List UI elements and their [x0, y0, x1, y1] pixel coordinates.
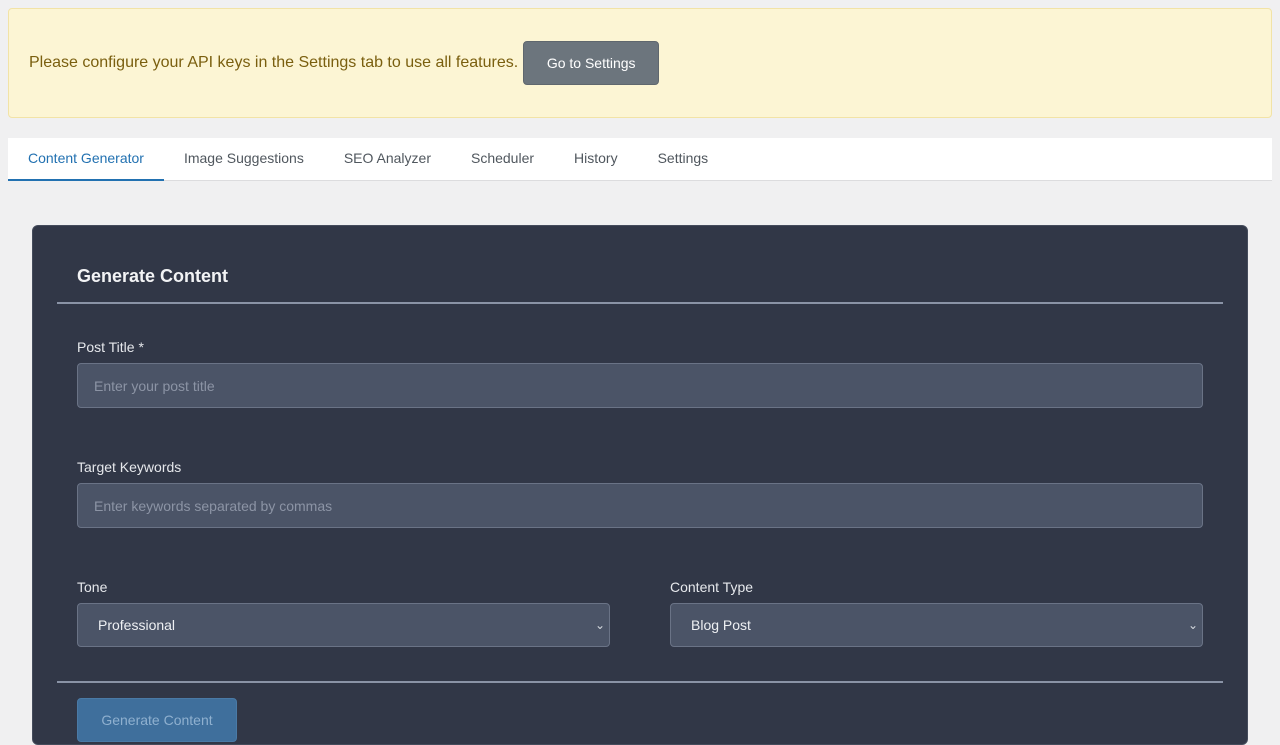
chevron-down-icon: ⌄: [1187, 618, 1198, 632]
target-keywords-input[interactable]: [77, 483, 1203, 528]
tab-seo-analyzer[interactable]: SEO Analyzer: [324, 138, 451, 181]
tab-history[interactable]: History: [554, 138, 638, 181]
tab-content-generator[interactable]: Content Generator: [8, 138, 164, 181]
notice-message: Please configure your API keys in the Se…: [29, 54, 519, 71]
content-type-selected-value: Blog Post: [691, 617, 751, 633]
target-keywords-label: Target Keywords: [77, 459, 182, 475]
content-type-label: Content Type: [670, 579, 754, 595]
form-divider: [57, 681, 1223, 683]
go-to-settings-button[interactable]: Go to Settings: [523, 41, 660, 85]
post-title-input[interactable]: [77, 363, 1203, 408]
tab-scheduler[interactable]: Scheduler: [451, 138, 554, 181]
tone-select[interactable]: Professional ⌄: [77, 603, 610, 647]
post-title-label: Post Title *: [77, 339, 144, 355]
tone-selected-value: Professional: [98, 617, 176, 633]
tab-settings[interactable]: Settings: [638, 138, 729, 181]
content-type-select[interactable]: Blog Post ⌄: [670, 603, 1203, 647]
title-divider: [57, 302, 1223, 304]
tone-label: Tone: [77, 579, 108, 595]
generate-content-button[interactable]: Generate Content: [77, 698, 237, 742]
panel-title: Generate Content: [77, 266, 229, 286]
tab-image-suggestions[interactable]: Image Suggestions: [164, 138, 324, 181]
tab-bar: Content Generator Image Suggestions SEO …: [8, 138, 1272, 181]
api-key-notice: Please configure your API keys in the Se…: [8, 8, 1272, 118]
generate-content-panel: Generate Content Post Title * Target Key…: [32, 225, 1248, 745]
chevron-down-icon: ⌄: [594, 618, 605, 632]
